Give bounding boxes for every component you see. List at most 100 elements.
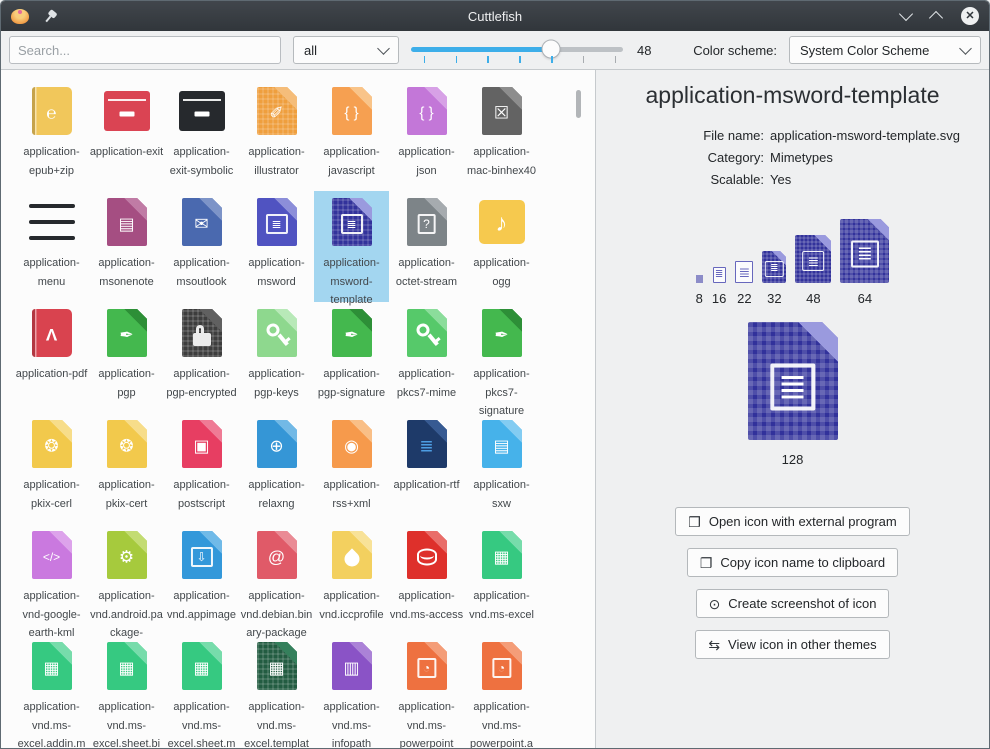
braces-glyph: { } <box>344 106 358 121</box>
icon-cell[interactable]: ⇩ application-vnd.appimage <box>164 524 239 635</box>
icon-cell[interactable]: ✒application-pgp-signature <box>314 302 389 413</box>
application-vnd.appimage-icon: ⇩ <box>182 531 222 579</box>
music-note-glyph: ♪ <box>496 212 508 236</box>
icon-cell[interactable]: ▦application-vnd.ms-excel <box>464 524 539 635</box>
application-vnd.android.package--icon: ⚙ <box>107 531 147 579</box>
icon-cell[interactable]: ✉application-msoutlook <box>164 191 239 302</box>
icon-cell[interactable]: ▣application-postscript <box>164 413 239 524</box>
large-preview: ≣ 128 <box>748 322 838 467</box>
slider-track[interactable] <box>411 47 623 52</box>
icon-cell[interactable]: ℮ application-epub+zip <box>14 80 89 191</box>
pin-icon[interactable] <box>40 7 60 27</box>
icon-cell[interactable]: ?application-octet-stream <box>389 191 464 302</box>
icon-cell[interactable]: ☒application-mac-binhex40 <box>464 80 539 191</box>
application-vnd-google-earth-kml-icon: </> <box>32 531 72 579</box>
search-input[interactable] <box>9 36 281 64</box>
preview-icon-48: ≣ <box>795 235 831 283</box>
document-lines-glyph: ≣ <box>851 241 879 268</box>
color-scheme-dropdown[interactable]: System Color Scheme <box>789 36 981 64</box>
window-title: Cuttlefish <box>1 9 989 24</box>
chevron-down-icon <box>377 42 390 55</box>
icon-cell[interactable]: application-vnd.ms-access <box>389 524 464 635</box>
size-slider[interactable] <box>411 35 623 65</box>
icon-cell[interactable]: ≣application-msword-template <box>314 191 389 302</box>
icon-cell[interactable]: application-pkcs7-mime <box>389 302 464 413</box>
icon-cell[interactable]: Λapplication-pdf <box>14 302 89 413</box>
icon-cell[interactable]: ✒application-pkcs7-signature <box>464 302 539 413</box>
icon-cell[interactable]: ▥application-vnd.ms-infopath <box>314 635 389 746</box>
icon-label: application-vnd.appimage <box>165 587 239 624</box>
rss-glyph: ◉ <box>344 438 359 455</box>
icon-cell[interactable]: ▦application-vnd.ms-excel.templat <box>239 635 314 746</box>
icon-cell[interactable]: @application-vnd.debian.binary-package <box>239 524 314 635</box>
icon-cell[interactable]: application-exit <box>89 80 164 191</box>
icon-cell[interactable]: ✒application-pgp <box>89 302 164 413</box>
maximize-button[interactable] <box>929 11 943 25</box>
icon-cell[interactable]: </>application-vnd-google-earth-kml <box>14 524 89 635</box>
download-box-glyph: ⇩ <box>190 547 212 567</box>
icon-cell[interactable]: ▤application-msonenote <box>89 191 164 302</box>
document-lines-glyph: ≣ <box>715 270 723 280</box>
application-octet-stream-icon: ? <box>407 198 447 246</box>
application-vnd.debian.binary-package-icon: @ <box>257 531 297 579</box>
icon-label: application-epub+zip <box>15 143 89 180</box>
preview-icon-16: ≣ <box>713 267 726 283</box>
create-screenshot-of-icon-button[interactable]: ⊙Create screenshot of icon <box>696 589 890 618</box>
category-dropdown[interactable]: all <box>293 36 399 64</box>
icon-cell[interactable]: ▤application-sxw <box>464 413 539 524</box>
size-preview: ≣22 <box>735 261 753 306</box>
icon-cell[interactable]: ✐application-illustrator <box>239 80 314 191</box>
notebook-glyph: ▤ <box>118 216 134 233</box>
copy-icon-name-to-clipboard-button[interactable]: ❐Copy icon name to clipboard <box>687 548 898 577</box>
copy-icon: ❐ <box>700 556 713 570</box>
icon-label: application-postscript <box>165 476 239 513</box>
slider-tick <box>519 56 521 63</box>
slider-ticks <box>411 56 623 63</box>
application-vnd.iccprofile-icon <box>332 531 372 579</box>
epub-glyph: ℮ <box>46 105 56 122</box>
slider-tick <box>487 56 489 63</box>
minimize-button[interactable] <box>899 7 913 21</box>
icon-cell[interactable]: ❂application-pkix-cert <box>89 413 164 524</box>
view-icon-in-other-themes-button[interactable]: ⇆View icon in other themes <box>695 630 889 659</box>
close-button[interactable]: ✕ <box>961 7 979 25</box>
icon-cell[interactable]: ⊕application-relaxng <box>239 413 314 524</box>
icon-cell[interactable]: ◉ application-rss+xml <box>314 413 389 524</box>
icon-cell[interactable]: ▦application-vnd.ms-excel.sheet.bi <box>89 635 164 746</box>
application-pgp-encrypted-icon <box>182 309 222 357</box>
icon-cell[interactable]: application-vnd.iccprofile <box>314 524 389 635</box>
icon-cell[interactable]: ◔application-vnd.ms-powerpoint.a <box>464 635 539 746</box>
icon-cell[interactable]: ❂application-pkix-cerl <box>14 413 89 524</box>
icon-cell[interactable]: application-pgp-keys <box>239 302 314 413</box>
icon-cell[interactable]: ⚙application-vnd.android.package- <box>89 524 164 635</box>
icon-label: application-pdf <box>15 365 89 384</box>
icon-cell[interactable]: application-pgp-encrypted <box>164 302 239 413</box>
braces-glyph: { } <box>419 106 433 121</box>
scrollbar-thumb[interactable] <box>576 90 581 118</box>
icon-fields: File name: application-msword-template.s… <box>596 125 989 191</box>
icon-cell[interactable]: { } application-json <box>389 80 464 191</box>
icon-cell[interactable]: ≣application-msword <box>239 191 314 302</box>
icon-cell[interactable]: application-exit-symbolic <box>164 80 239 191</box>
icon-label: application-json <box>390 143 464 180</box>
icon-label: application-pkix-cert <box>90 476 164 513</box>
icon-cell[interactable]: application-menu <box>14 191 89 302</box>
open-icon-with-external-program-button[interactable]: ❒Open icon with external program <box>675 507 909 536</box>
spreadsheet-glyph: ▦ <box>118 660 134 677</box>
field-value: Yes <box>770 169 989 191</box>
application-pkcs7-signature-icon: ✒ <box>482 309 522 357</box>
icon-label: application-exit <box>90 143 164 162</box>
icon-label: application-illustrator <box>240 143 314 180</box>
size-preview-label: 32 <box>767 291 781 306</box>
icon-cell[interactable]: ▦application-vnd.ms-excel.sheet.m <box>164 635 239 746</box>
icon-cell[interactable]: ▦application-vnd.ms-excel.addin.m <box>14 635 89 746</box>
document-lines-glyph: ≣ <box>419 438 433 455</box>
icon-label: application-rss+xml <box>315 476 389 513</box>
application-msword-icon: ≣ <box>257 198 297 246</box>
size-previews: 8≣16≣22≣32≣48≣64 <box>696 219 890 306</box>
icon-cell[interactable]: ♪application-ogg <box>464 191 539 302</box>
icon-cell[interactable]: ◔application-vnd.ms-powerpoint <box>389 635 464 746</box>
size-preview: ≣64 <box>840 219 889 306</box>
icon-cell[interactable]: { }application-javascript <box>314 80 389 191</box>
icon-cell[interactable]: ≣application-rtf <box>389 413 464 524</box>
